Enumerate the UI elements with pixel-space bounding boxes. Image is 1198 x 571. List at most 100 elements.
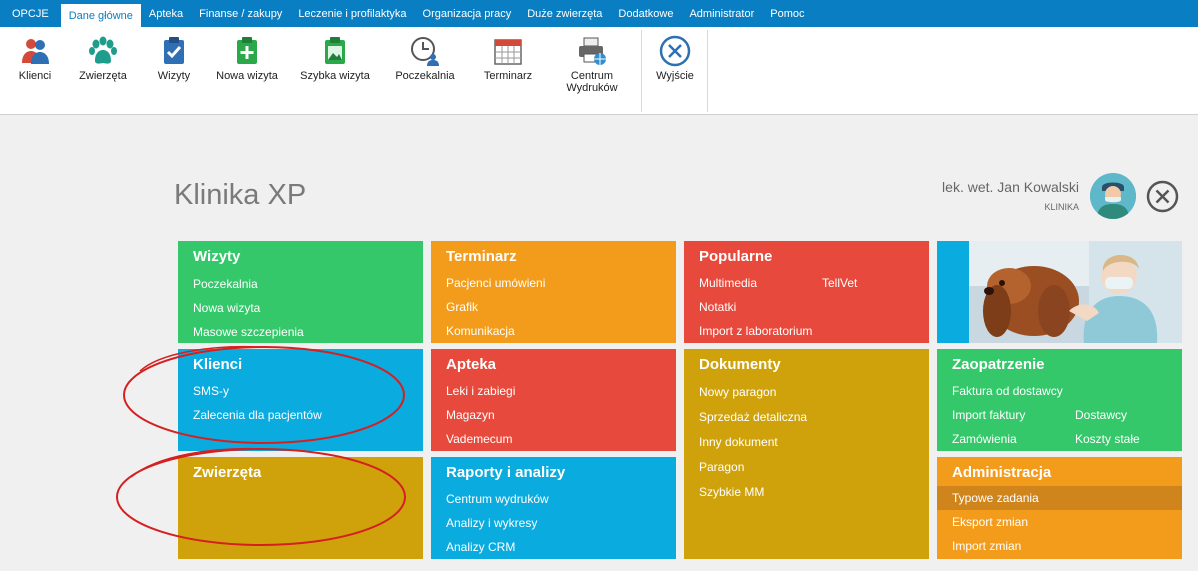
centrum-label-line2: Wydruków (566, 82, 618, 94)
link-typowe-zadania[interactable]: Typowe zadania (952, 491, 1039, 505)
tile-raporty: Raporty i analizy Centrum wydruków Anali… (431, 457, 676, 559)
tile-title[interactable]: Klienci (193, 356, 242, 373)
tile-title[interactable]: Terminarz (446, 248, 517, 265)
link-vademecum[interactable]: Vademecum (446, 432, 512, 446)
doctor-avatar-icon (1090, 173, 1136, 219)
link-magazyn[interactable]: Magazyn (446, 408, 495, 422)
zwierzeta-button[interactable]: Zwierzęta (76, 35, 130, 82)
menu-opcje[interactable]: OPCJE (0, 0, 61, 27)
paw-icon (89, 36, 117, 64)
link-zamowienia[interactable]: Zamówienia (952, 432, 1017, 446)
tile-dokumenty: Dokumenty Nowy paragon Sprzedaż detalicz… (684, 349, 929, 559)
tile-wizyty: Wizyty Poczekalnia Nowa wizyta Masowe sz… (178, 241, 423, 343)
tile-title[interactable]: Raporty i analizy (446, 464, 565, 481)
tile-administracja: Administracja Typowe zadania Eksport zmi… (937, 457, 1182, 559)
centrum-wydrukow-button[interactable]: Centrum Wydruków (560, 35, 624, 94)
dashboard: Klinika XP lek. wet. Jan Kowalski KLINIK… (0, 115, 1198, 571)
tile-title[interactable]: Dokumenty (699, 356, 781, 373)
link-koszty-stale[interactable]: Koszty stałe (1075, 432, 1140, 446)
clinic-title: Klinika XP (174, 179, 307, 211)
menu-finanse[interactable]: Finanse / zakupy (191, 0, 290, 27)
link-inny-dokument[interactable]: Inny dokument (699, 435, 778, 449)
link-import-z-laboratorium[interactable]: Import z laboratorium (699, 324, 812, 338)
user-role: KLINIKA (1044, 202, 1079, 212)
ribbon-separator (707, 30, 708, 112)
close-icon (1146, 180, 1179, 213)
clock-person-icon (411, 37, 439, 66)
tile-zwierzeta: Zwierzęta (178, 457, 423, 559)
menu-bar: OPCJE Dane główne Apteka Finanse / zakup… (0, 0, 1198, 27)
link-komunikacja[interactable]: Komunikacja (446, 324, 515, 338)
link-nowy-paragon[interactable]: Nowy paragon (699, 385, 776, 399)
poczekalnia-label: Poczekalnia (395, 70, 455, 82)
tile-apteka: Apteka Leki i zabiegi Magazyn Vademecum (431, 349, 676, 451)
tile-terminarz: Terminarz Pacjenci umówieni Grafik Komun… (431, 241, 676, 343)
wyjscie-label: Wyjście (656, 70, 694, 82)
link-szybkie-mm[interactable]: Szybkie MM (699, 485, 764, 499)
link-analizy-i-wykresy[interactable]: Analizy i wykresy (446, 516, 537, 530)
klienci-button[interactable]: Klienci (14, 35, 56, 82)
menu-administrator[interactable]: Administrator (681, 0, 762, 27)
close-session-button[interactable] (1146, 180, 1179, 213)
link-faktura-od-dostawcy[interactable]: Faktura od dostawcy (952, 384, 1063, 398)
exit-icon (659, 35, 691, 67)
link-leki-i-zabiegi[interactable]: Leki i zabiegi (446, 384, 515, 398)
szybka-wizyta-label: Szybka wizyta (300, 70, 370, 82)
link-tellvet[interactable]: TellVet (822, 276, 857, 290)
menu-apteka[interactable]: Apteka (141, 0, 191, 27)
vet-photo (969, 241, 1182, 343)
tile-title[interactable]: Wizyty (193, 248, 240, 265)
link-zalecenia[interactable]: Zalecenia dla pacjentów (193, 408, 322, 422)
calendar-icon (494, 39, 522, 65)
centrum-label-line1: Centrum (570, 70, 614, 82)
tile-title[interactable]: Apteka (446, 356, 496, 373)
menu-duze-zwierzeta[interactable]: Duże zwierzęta (519, 0, 610, 27)
tile-zaopatrzenie: Zaopatrzenie Faktura od dostawcy Import … (937, 349, 1182, 451)
clipboard-plus-icon (237, 37, 257, 64)
tile-photo (937, 241, 1182, 343)
link-masowe-szczepienia[interactable]: Masowe szczepienia (193, 325, 304, 339)
tile-title[interactable]: Administracja (952, 464, 1051, 481)
terminarz-button[interactable]: Terminarz (478, 35, 538, 82)
menu-dane-glowne[interactable]: Dane główne (60, 4, 141, 27)
poczekalnia-button[interactable]: Poczekalnia (392, 35, 458, 82)
link-sprzedaz-detaliczna[interactable]: Sprzedaż detaliczna (699, 410, 807, 424)
link-nowa-wizyta[interactable]: Nowa wizyta (193, 301, 260, 315)
ribbon-toolbar: Klienci Zwierzęta Wizyty Nowa wizyta Szy… (0, 27, 1198, 115)
link-paragon[interactable]: Paragon (699, 460, 744, 474)
nowa-wizyta-label: Nowa wizyta (216, 70, 278, 82)
menu-dodatkowe[interactable]: Dodatkowe (610, 0, 681, 27)
clipboard-image-icon (325, 37, 345, 64)
menu-organizacja[interactable]: Organizacja pracy (415, 0, 520, 27)
link-dostawcy[interactable]: Dostawcy (1075, 408, 1127, 422)
people-icon (22, 39, 49, 64)
menu-pomoc[interactable]: Pomoc (762, 0, 812, 27)
zwierzeta-label: Zwierzęta (79, 70, 127, 82)
user-name: lek. wet. Jan Kowalski (942, 179, 1079, 195)
link-sms[interactable]: SMS-y (193, 384, 229, 398)
tile-title[interactable]: Popularne (699, 248, 772, 265)
klienci-label: Klienci (18, 70, 52, 82)
printer-globe-icon (579, 37, 606, 65)
link-centrum-wydrukow[interactable]: Centrum wydruków (446, 492, 549, 506)
tile-title[interactable]: Zaopatrzenie (952, 356, 1045, 373)
tile-popularne: Popularne Multimedia TellVet Notatki Imp… (684, 241, 929, 343)
nowa-wizyta-button[interactable]: Nowa wizyta (212, 35, 282, 82)
link-pacjenci-umowieni[interactable]: Pacjenci umówieni (446, 276, 545, 290)
szybka-wizyta-button[interactable]: Szybka wizyta (298, 35, 372, 82)
link-import-zmian[interactable]: Import zmian (952, 539, 1021, 553)
link-multimedia[interactable]: Multimedia (699, 276, 757, 290)
link-notatki[interactable]: Notatki (699, 300, 736, 314)
terminarz-label: Terminarz (483, 70, 533, 82)
link-poczekalnia[interactable]: Poczekalnia (193, 277, 258, 291)
link-eksport-zmian[interactable]: Eksport zmian (952, 515, 1028, 529)
wizyty-button[interactable]: Wizyty (153, 35, 195, 82)
ribbon-separator (641, 30, 642, 112)
tile-title[interactable]: Zwierzęta (193, 464, 261, 481)
menu-leczenie[interactable]: Leczenie i profilaktyka (290, 0, 414, 27)
link-grafik[interactable]: Grafik (446, 300, 478, 314)
tile-klienci: Klienci SMS-y Zalecenia dla pacjentów (178, 349, 423, 451)
link-analizy-crm[interactable]: Analizy CRM (446, 540, 515, 554)
wyjscie-button[interactable]: Wyjście (653, 35, 697, 82)
link-import-faktury[interactable]: Import faktury (952, 408, 1025, 422)
